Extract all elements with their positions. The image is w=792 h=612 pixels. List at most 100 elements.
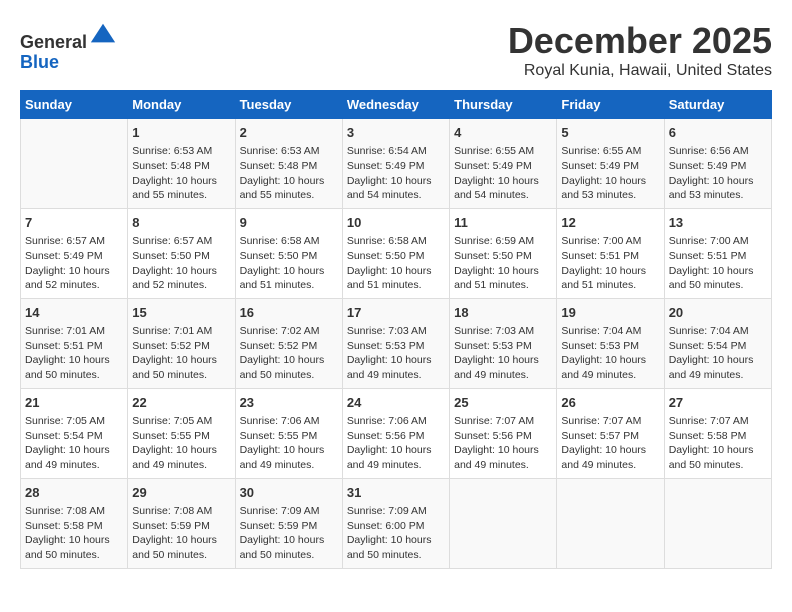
calendar-cell: 22 Sunrise: 7:05 AMSunset: 5:55 PMDayligh… [128,388,235,478]
cell-info: Sunrise: 6:55 AMSunset: 5:49 PMDaylight:… [454,144,552,203]
day-number: 23 [240,394,338,412]
calendar-table: SundayMondayTuesdayWednesdayThursdayFrid… [20,90,772,569]
column-header-friday: Friday [557,91,664,119]
title-block: December 2025 Royal Kunia, Hawaii, Unite… [508,20,772,80]
calendar-cell: 11Sunrise: 6:59 AMSunset: 5:50 PMDayligh… [450,208,557,298]
day-number: 5 [561,124,659,142]
calendar-cell: 8Sunrise: 6:57 AMSunset: 5:50 PMDaylight… [128,208,235,298]
cell-info: Sunrise: 6:53 AMSunset: 5:48 PMDaylight:… [132,144,230,203]
cell-info: Sunrise: 6:58 AMSunset: 5:50 PMDaylight:… [347,234,445,293]
cell-info: Sunrise: 7:07 AMSunset: 5:58 PMDaylight:… [669,414,767,473]
calendar-cell: 25 Sunrise: 7:07 AMSunset: 5:56 PMDayligh… [450,388,557,478]
cell-info: Sunrise: 7:07 AMSunset: 5:57 PMDaylight:… [561,414,659,473]
calendar-cell: 13 Sunrise: 7:00 AMSunset: 5:51 PMDayligh… [664,208,771,298]
cell-info: Sunrise: 7:01 AMSunset: 5:52 PMDaylight:… [132,324,230,383]
day-number: 16 [240,304,338,322]
day-number: 26 [561,394,659,412]
cell-info: Sunrise: 7:08 AMSunset: 5:59 PMDaylight:… [132,504,230,563]
day-number: 15 [132,304,230,322]
day-number: 4 [454,124,552,142]
week-row-2: 7Sunrise: 6:57 AMSunset: 5:49 PMDaylight… [21,208,772,298]
day-number: 10 [347,214,445,232]
calendar-cell: 27 Sunrise: 7:07 AMSunset: 5:58 PMDayligh… [664,388,771,478]
cell-info: Sunrise: 7:07 AMSunset: 5:56 PMDaylight:… [454,414,552,473]
day-number: 29 [132,484,230,502]
cell-info: Sunrise: 6:58 AMSunset: 5:50 PMDaylight:… [240,234,338,293]
cell-info: Sunrise: 7:03 AMSunset: 5:53 PMDaylight:… [454,324,552,383]
column-header-sunday: Sunday [21,91,128,119]
cell-info: Sunrise: 7:01 AMSunset: 5:51 PMDaylight:… [25,324,123,383]
day-number: 3 [347,124,445,142]
logo-triangle-icon [89,20,117,48]
day-number: 30 [240,484,338,502]
logo-text: General Blue [20,20,117,73]
calendar-header-row: SundayMondayTuesdayWednesdayThursdayFrid… [21,91,772,119]
cell-info: Sunrise: 7:08 AMSunset: 5:58 PMDaylight:… [25,504,123,563]
calendar-cell: 10 Sunrise: 6:58 AMSunset: 5:50 PMDayligh… [342,208,449,298]
day-number: 7 [25,214,123,232]
week-row-3: 14 Sunrise: 7:01 AMSunset: 5:51 PMDayligh… [21,298,772,388]
cell-info: Sunrise: 7:09 AMSunset: 5:59 PMDaylight:… [240,504,338,563]
cell-info: Sunrise: 7:05 AMSunset: 5:54 PMDaylight:… [25,414,123,473]
column-header-tuesday: Tuesday [235,91,342,119]
day-number: 1 [132,124,230,142]
calendar-cell: 29 Sunrise: 7:08 AMSunset: 5:59 PMDayligh… [128,478,235,568]
calendar-cell: 1 Sunrise: 6:53 AMSunset: 5:48 PMDaylight… [128,119,235,209]
cell-info: Sunrise: 7:04 AMSunset: 5:54 PMDaylight:… [669,324,767,383]
logo-blue: Blue [20,52,59,72]
calendar-cell: 30 Sunrise: 7:09 AMSunset: 5:59 PMDayligh… [235,478,342,568]
calendar-cell: 9 Sunrise: 6:58 AMSunset: 5:50 PMDaylight… [235,208,342,298]
day-number: 27 [669,394,767,412]
page-header: General Blue December 2025 Royal Kunia, … [20,20,772,80]
logo: General Blue [20,20,117,73]
calendar-cell: 14 Sunrise: 7:01 AMSunset: 5:51 PMDayligh… [21,298,128,388]
column-header-wednesday: Wednesday [342,91,449,119]
column-header-saturday: Saturday [664,91,771,119]
calendar-cell: 26 Sunrise: 7:07 AMSunset: 5:57 PMDayligh… [557,388,664,478]
calendar-cell: 24Sunrise: 7:06 AMSunset: 5:56 PMDayligh… [342,388,449,478]
day-number: 31 [347,484,445,502]
day-number: 9 [240,214,338,232]
cell-info: Sunrise: 7:09 AMSunset: 6:00 PMDaylight:… [347,504,445,563]
calendar-cell: 20Sunrise: 7:04 AMSunset: 5:54 PMDayligh… [664,298,771,388]
day-number: 19 [561,304,659,322]
calendar-cell: 3 Sunrise: 6:54 AMSunset: 5:49 PMDaylight… [342,119,449,209]
calendar-cell: 4 Sunrise: 6:55 AMSunset: 5:49 PMDaylight… [450,119,557,209]
day-number: 17 [347,304,445,322]
calendar-cell: 7Sunrise: 6:57 AMSunset: 5:49 PMDaylight… [21,208,128,298]
week-row-5: 28 Sunrise: 7:08 AMSunset: 5:58 PMDayligh… [21,478,772,568]
cell-info: Sunrise: 7:02 AMSunset: 5:52 PMDaylight:… [240,324,338,383]
day-number: 28 [25,484,123,502]
day-number: 21 [25,394,123,412]
logo-general: General [20,32,87,52]
calendar-cell [450,478,557,568]
column-header-monday: Monday [128,91,235,119]
cell-info: Sunrise: 6:54 AMSunset: 5:49 PMDaylight:… [347,144,445,203]
cell-info: Sunrise: 7:00 AMSunset: 5:51 PMDaylight:… [669,234,767,293]
calendar-cell [557,478,664,568]
column-header-thursday: Thursday [450,91,557,119]
calendar-cell: 12Sunrise: 7:00 AMSunset: 5:51 PMDayligh… [557,208,664,298]
day-number: 11 [454,214,552,232]
calendar-cell: 23Sunrise: 7:06 AMSunset: 5:55 PMDayligh… [235,388,342,478]
calendar-cell: 31 Sunrise: 7:09 AMSunset: 6:00 PMDayligh… [342,478,449,568]
cell-info: Sunrise: 6:53 AMSunset: 5:48 PMDaylight:… [240,144,338,203]
calendar-cell: 5 Sunrise: 6:55 AMSunset: 5:49 PMDaylight… [557,119,664,209]
day-number: 24 [347,394,445,412]
day-number: 25 [454,394,552,412]
calendar-cell: 19 Sunrise: 7:04 AMSunset: 5:53 PMDayligh… [557,298,664,388]
cell-info: Sunrise: 7:05 AMSunset: 5:55 PMDaylight:… [132,414,230,473]
cell-info: Sunrise: 6:56 AMSunset: 5:49 PMDaylight:… [669,144,767,203]
calendar-cell: 2 Sunrise: 6:53 AMSunset: 5:48 PMDaylight… [235,119,342,209]
day-number: 8 [132,214,230,232]
cell-info: Sunrise: 7:04 AMSunset: 5:53 PMDaylight:… [561,324,659,383]
day-number: 14 [25,304,123,322]
day-number: 13 [669,214,767,232]
day-number: 12 [561,214,659,232]
day-number: 22 [132,394,230,412]
calendar-cell: 15 Sunrise: 7:01 AMSunset: 5:52 PMDayligh… [128,298,235,388]
cell-info: Sunrise: 6:55 AMSunset: 5:49 PMDaylight:… [561,144,659,203]
day-number: 18 [454,304,552,322]
subtitle: Royal Kunia, Hawaii, United States [508,62,772,80]
day-number: 2 [240,124,338,142]
